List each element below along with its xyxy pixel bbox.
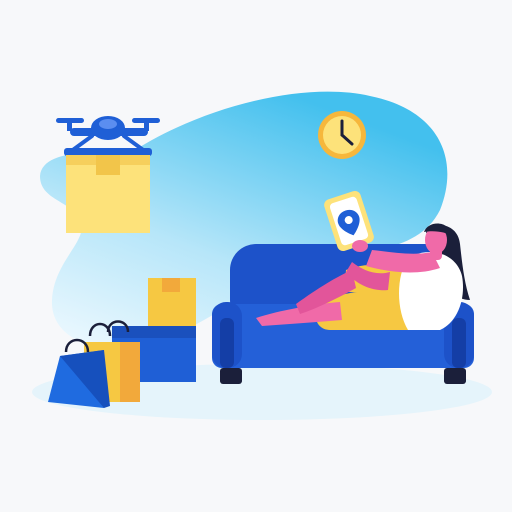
drone-icon — [56, 116, 160, 156]
delivery-illustration — [32, 91, 492, 420]
package-icon — [66, 155, 150, 233]
clock-icon — [318, 111, 366, 159]
